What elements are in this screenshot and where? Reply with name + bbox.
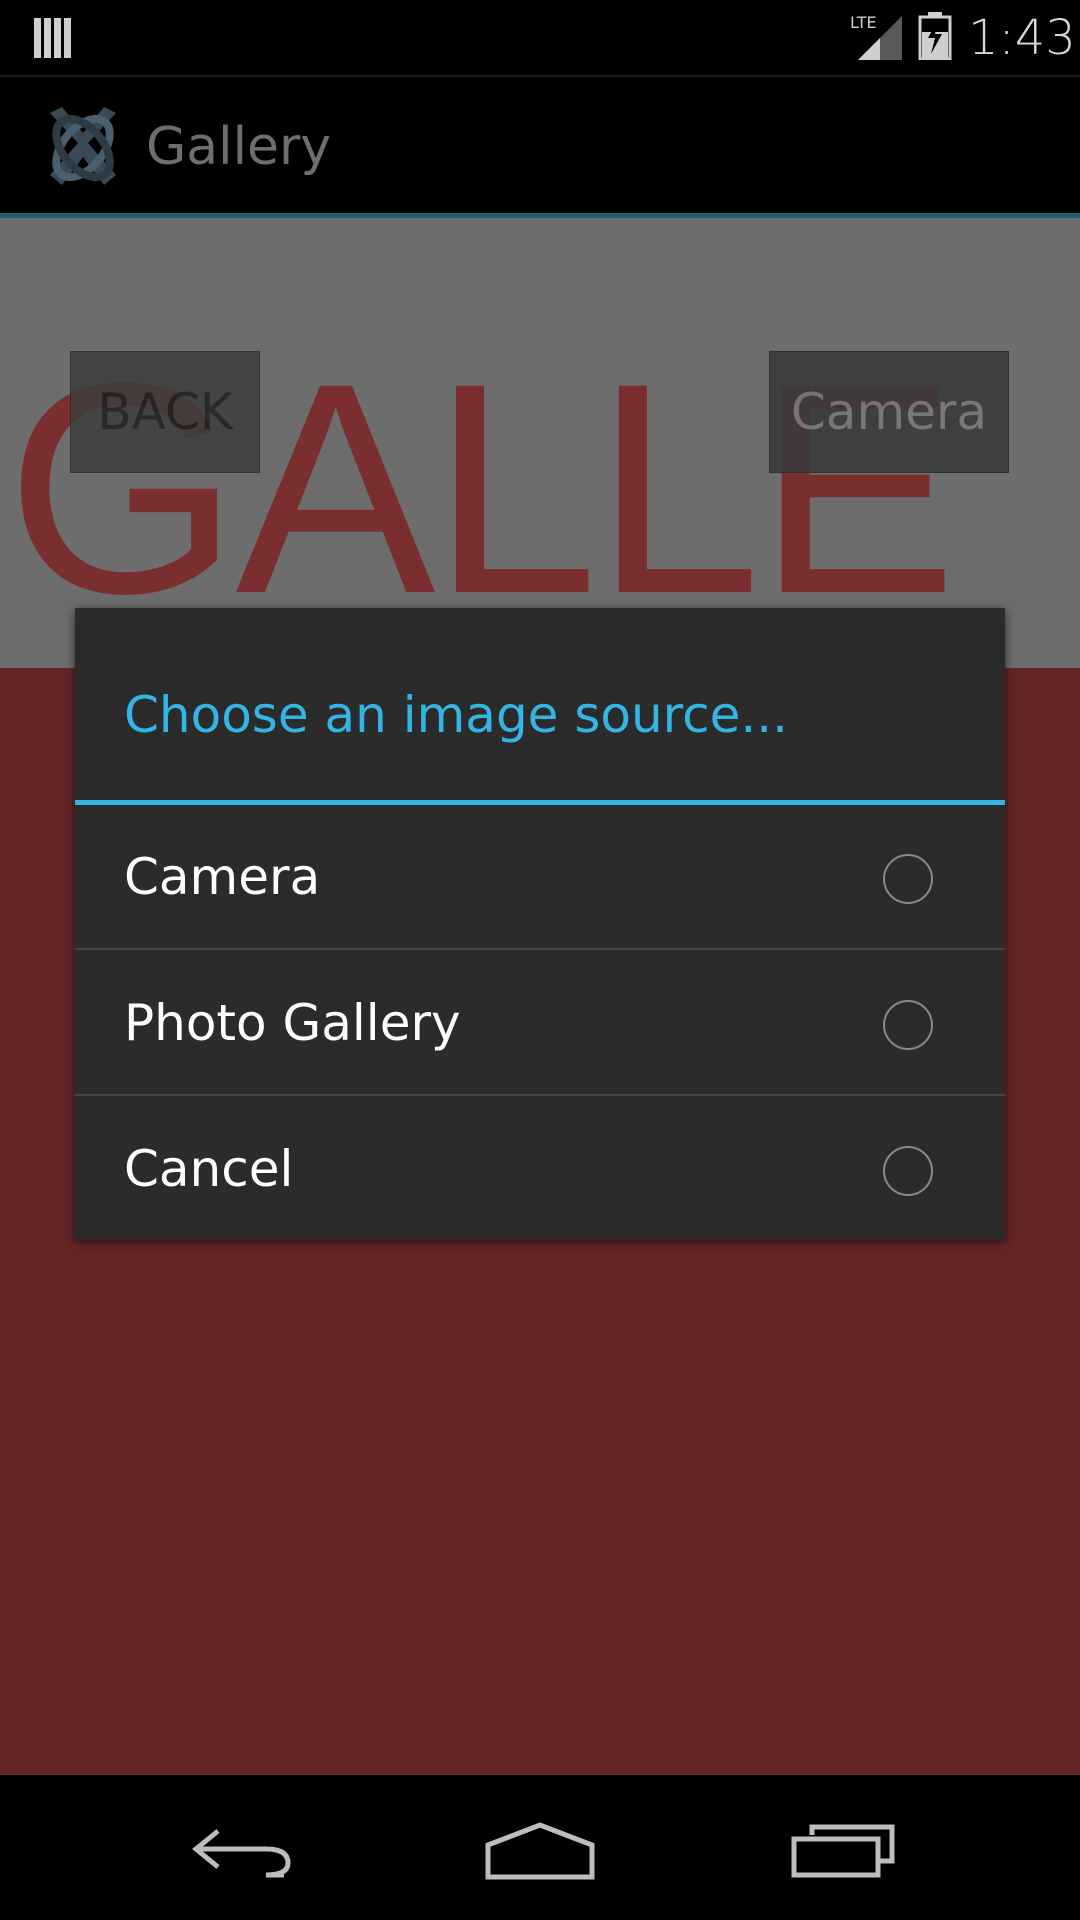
status-time: 1:43: [968, 10, 1076, 66]
radio-button[interactable]: [883, 1146, 933, 1196]
option-photo-gallery[interactable]: Photo Gallery: [75, 951, 1005, 1096]
option-cancel[interactable]: Cancel: [75, 1097, 1005, 1242]
action-bar: Gallery: [0, 75, 1080, 215]
option-label: Photo Gallery: [124, 994, 461, 1052]
page-title: Gallery: [146, 117, 332, 177]
option-divider: [75, 948, 1005, 950]
home-icon[interactable]: [484, 1821, 596, 1881]
app-logo-icon[interactable]: [40, 105, 126, 191]
recent-apps-icon[interactable]: [790, 1823, 896, 1879]
radio-button[interactable]: [883, 1000, 933, 1050]
camera-button[interactable]: Camera: [769, 351, 1009, 473]
option-label: Cancel: [124, 1140, 294, 1198]
back-button[interactable]: BACK: [70, 351, 260, 473]
image-source-dialog: Choose an image source... Camera Photo G…: [75, 608, 1005, 1240]
notification-bars-icon: [34, 18, 71, 58]
content-header-area: GALLE BACK Camera: [0, 218, 1080, 668]
option-label: Camera: [124, 848, 321, 906]
option-divider: [75, 1094, 1005, 1096]
navigation-bar: [0, 1775, 1080, 1920]
dialog-title: Choose an image source...: [124, 686, 789, 744]
back-icon[interactable]: [188, 1823, 292, 1879]
lte-signal-icon: LTE: [850, 13, 902, 60]
status-bar: LTE 1:43: [0, 0, 1080, 75]
network-label: LTE: [850, 13, 877, 32]
option-camera[interactable]: Camera: [75, 805, 1005, 950]
battery-charging-icon: [918, 12, 952, 60]
radio-button[interactable]: [883, 854, 933, 904]
